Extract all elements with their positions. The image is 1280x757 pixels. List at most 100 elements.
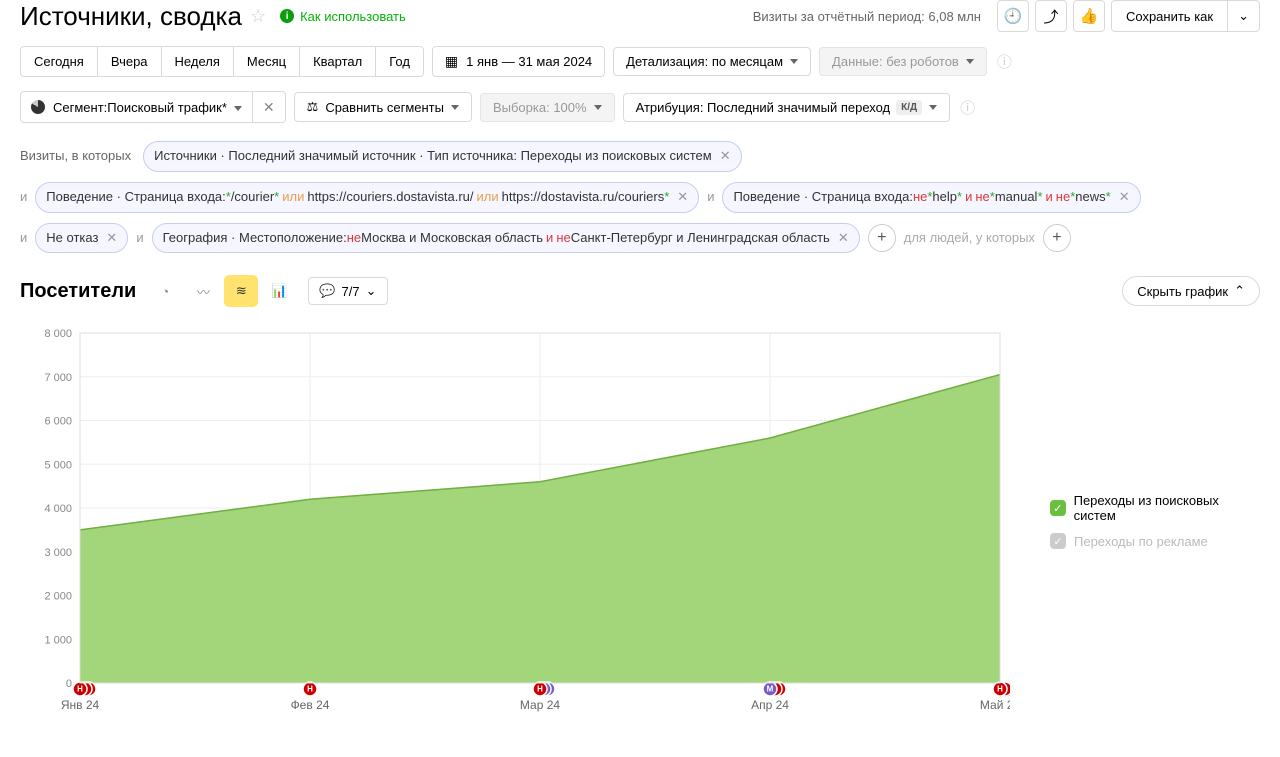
svg-text:Май 24: Май 24 [980,698,1010,712]
date-range-label: 1 янв — 31 мая 2024 [466,54,592,69]
svg-text:0: 0 [66,678,72,690]
svg-text:7 000: 7 000 [44,372,72,384]
and-separator: и [707,187,714,208]
chevron-up-icon: ⌃ [1234,283,1245,299]
page-title: Источники, сводка [20,1,242,32]
filter-chip-entry-exclude[interactable]: Поведение · Страница входа: не *help* и … [722,182,1140,213]
chip-remove-icon[interactable]: ✕ [1119,187,1130,208]
and-separator: и [136,228,143,249]
svg-text:Фев 24: Фев 24 [291,698,330,712]
history-icon[interactable]: 🕘 [997,0,1029,32]
howto-label: Как использовать [300,9,406,24]
export-icon[interactable]: ⤴ [1035,0,1067,32]
filter-chip-entry-include[interactable]: Поведение · Страница входа: */courier* и… [35,182,699,213]
chart-type-pie-icon[interactable]: ◔ [148,275,182,307]
filter-chip-source[interactable]: Источники · Последний значимый источник … [143,141,742,172]
attribution-label: Атрибуция: Последний значимый переход [636,100,891,115]
howto-link[interactable]: i Как использовать [280,9,406,24]
chart-legend: ✓ Переходы из поисковых систем ✓ Переходы п… [1050,323,1260,726]
period-tab[interactable]: Квартал [300,47,376,76]
compare-segments-label: Сравнить сегменты [325,100,444,115]
filter-chip-geo[interactable]: География · Местоположение: не Москва и … [152,223,860,254]
period-tab[interactable]: Месяц [234,47,300,76]
metric-title: Посетители [20,280,136,303]
filter-chip-bounce[interactable]: Не отказ ✕ [35,223,128,254]
period-tab[interactable]: Вчера [98,47,162,76]
chart-type-bar-icon[interactable]: 📊 [262,275,296,307]
calendar-icon: ▦ [445,53,458,70]
people-hint: для людей, у которых [904,228,1035,249]
chip-remove-icon[interactable]: ✕ [106,228,117,249]
filters-section: Визиты, в которых Источники · Последний … [20,141,1260,253]
filters-visits-label: Визиты, в которых [20,146,131,167]
segment-selector[interactable]: Сегмент: Поисковый трафик* ✕ [20,91,286,123]
svg-text:H: H [997,685,1003,694]
bookmark-icon[interactable]: ☆ [250,6,266,27]
svg-text:H: H [307,685,313,694]
period-tab[interactable]: Неделя [162,47,234,76]
svg-text:2 000: 2 000 [44,591,72,603]
period-tab[interactable]: Год [376,47,423,76]
compare-segments-button[interactable]: ⚖ Сравнить сегменты [294,92,472,122]
legend-item[interactable]: ✓ Переходы из поисковых систем [1050,493,1260,523]
svg-text:8 000: 8 000 [44,328,72,340]
segment-prefix: Сегмент: [53,100,107,115]
chevron-down-icon [227,100,242,115]
svg-text:4 000: 4 000 [44,503,72,515]
chart: 0 1 000 2 000 3 000 4 000 5 000 6 000 7 000 8 00… [20,323,1010,726]
period-tab[interactable]: Сегодня [21,47,98,76]
svg-text:Апр 24: Апр 24 [751,698,789,712]
legend-label: Переходы по рекламе [1074,534,1208,549]
svg-text:M: M [767,685,774,694]
chart-type-line-icon[interactable]: 〰 [186,275,220,307]
save-as-button[interactable]: Сохранить как ⌄ [1111,0,1260,32]
svg-text:Янв 24: Янв 24 [61,698,100,712]
visits-total: Визиты за отчётный период: 6,08 млн [753,9,981,24]
thumbs-icon[interactable]: 👍 [1073,0,1105,32]
legend-item[interactable]: ✓ Переходы по рекламе [1050,533,1260,549]
hide-chart-button[interactable]: Скрыть график ⌃ [1122,276,1260,306]
chevron-down-icon[interactable]: ⌄ [1227,1,1259,31]
chart-type-group: ◔ 〰 ≋ 📊 [148,275,296,307]
sampling-label: Выборка: 100% [493,100,587,115]
svg-text:5 000: 5 000 [44,460,72,472]
add-people-filter-button[interactable]: + [1043,224,1071,252]
svg-text:6 000: 6 000 [44,416,72,428]
save-as-label: Сохранить как [1112,9,1227,24]
info-icon: i [280,9,294,23]
svg-text:H: H [77,685,83,694]
hide-chart-label: Скрыть график [1137,284,1228,299]
series-count-select[interactable]: 💬 7/7 ⌄ [308,277,387,305]
svg-text:3 000: 3 000 [44,547,72,559]
legend-checkbox[interactable]: ✓ [1050,500,1066,516]
svg-text:H: H [537,685,543,694]
pie-icon [31,100,45,114]
robots-data-select: Данные: без роботов [819,47,987,76]
svg-text:1 000: 1 000 [44,635,72,647]
chip-text: Не отказ [46,228,98,249]
add-filter-button[interactable]: + [868,224,896,252]
segment-close-button[interactable]: ✕ [252,92,285,122]
attribution-select[interactable]: Атрибуция: Последний значимый переход К/… [623,93,951,122]
period-tabbar: СегодняВчераНеделяМесяцКварталГод [20,46,424,77]
help-icon[interactable]: ⓘ [997,51,1012,72]
help-icon[interactable]: ⓘ [960,97,975,118]
granularity-select[interactable]: Детализация: по месяцам [613,47,811,76]
chevron-down-icon: ⌄ [366,283,377,299]
chip-remove-icon[interactable]: ✕ [677,187,688,208]
attribution-badge: К/Д [896,100,922,115]
granularity-label: Детализация: по месяцам [626,54,783,69]
legend-checkbox[interactable]: ✓ [1050,533,1066,549]
chip-remove-icon[interactable]: ✕ [838,228,849,249]
chip-text: Источники · Последний значимый источник … [154,146,712,167]
robots-data-label: Данные: без роботов [832,54,959,69]
date-range-picker[interactable]: ▦ 1 янв — 31 мая 2024 [432,46,605,77]
chart-type-area-icon[interactable]: ≋ [224,275,258,307]
segment-name: Поисковый трафик* [107,100,227,115]
sampling-select: Выборка: 100% [480,93,615,122]
comment-icon: 💬 [319,283,335,299]
compare-icon: ⚖ [307,99,319,115]
chip-remove-icon[interactable]: ✕ [720,146,731,167]
legend-label: Переходы из поисковых систем [1074,493,1260,523]
svg-text:Мар 24: Мар 24 [520,698,560,712]
